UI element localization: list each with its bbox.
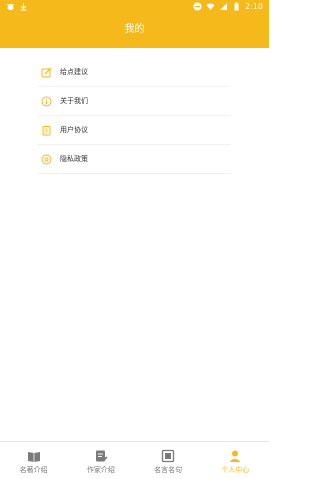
tab-label: 名言名句 (154, 466, 183, 474)
person-icon (228, 448, 242, 462)
tab-label: 名著介绍 (19, 466, 48, 474)
tab-label: 作家介绍 (86, 466, 115, 474)
bottom-tab-bar: 名著介绍 作家介绍 名言名句 个人中心 (0, 441, 269, 479)
dnd-icon (193, 2, 202, 11)
privacy-icon (40, 153, 52, 165)
app-header: 2:10 我的 (0, 0, 269, 48)
menu-item-label: 用户协议 (60, 126, 88, 134)
status-bar: 2:10 (0, 0, 269, 14)
tab-writers[interactable]: 作家介绍 (67, 442, 134, 479)
menu-item-agreement[interactable]: 用户协议 (38, 116, 230, 145)
book-icon (27, 448, 41, 462)
document-icon (40, 124, 52, 136)
status-time: 2:10 (245, 2, 263, 11)
tab-label: 个人中心 (221, 466, 250, 474)
battery-icon (232, 2, 241, 11)
menu-item-suggestion[interactable]: 给点建议 (38, 58, 230, 87)
menu-item-privacy[interactable]: 隐私政策 (38, 145, 230, 174)
page-title: 我的 (124, 24, 145, 35)
wifi-icon (206, 2, 215, 11)
download-icon (19, 2, 28, 11)
signal-icon (219, 2, 228, 11)
tab-quotes[interactable]: 名言名句 (135, 442, 202, 479)
menu-item-label: 关于我们 (60, 97, 88, 105)
menu-item-label: 隐私政策 (60, 155, 88, 163)
tab-classics[interactable]: 名著介绍 (0, 442, 67, 479)
edit-icon (40, 66, 52, 78)
tab-profile[interactable]: 个人中心 (202, 442, 269, 479)
menu-item-about[interactable]: 关于我们 (38, 87, 230, 116)
bug-icon (6, 2, 15, 11)
quote-icon (161, 448, 175, 463)
writer-icon (94, 448, 108, 462)
menu-item-label: 给点建议 (60, 68, 88, 76)
settings-menu: 给点建议 关于我们 用户协议 隐私政策 (38, 58, 230, 174)
info-icon (40, 95, 52, 107)
